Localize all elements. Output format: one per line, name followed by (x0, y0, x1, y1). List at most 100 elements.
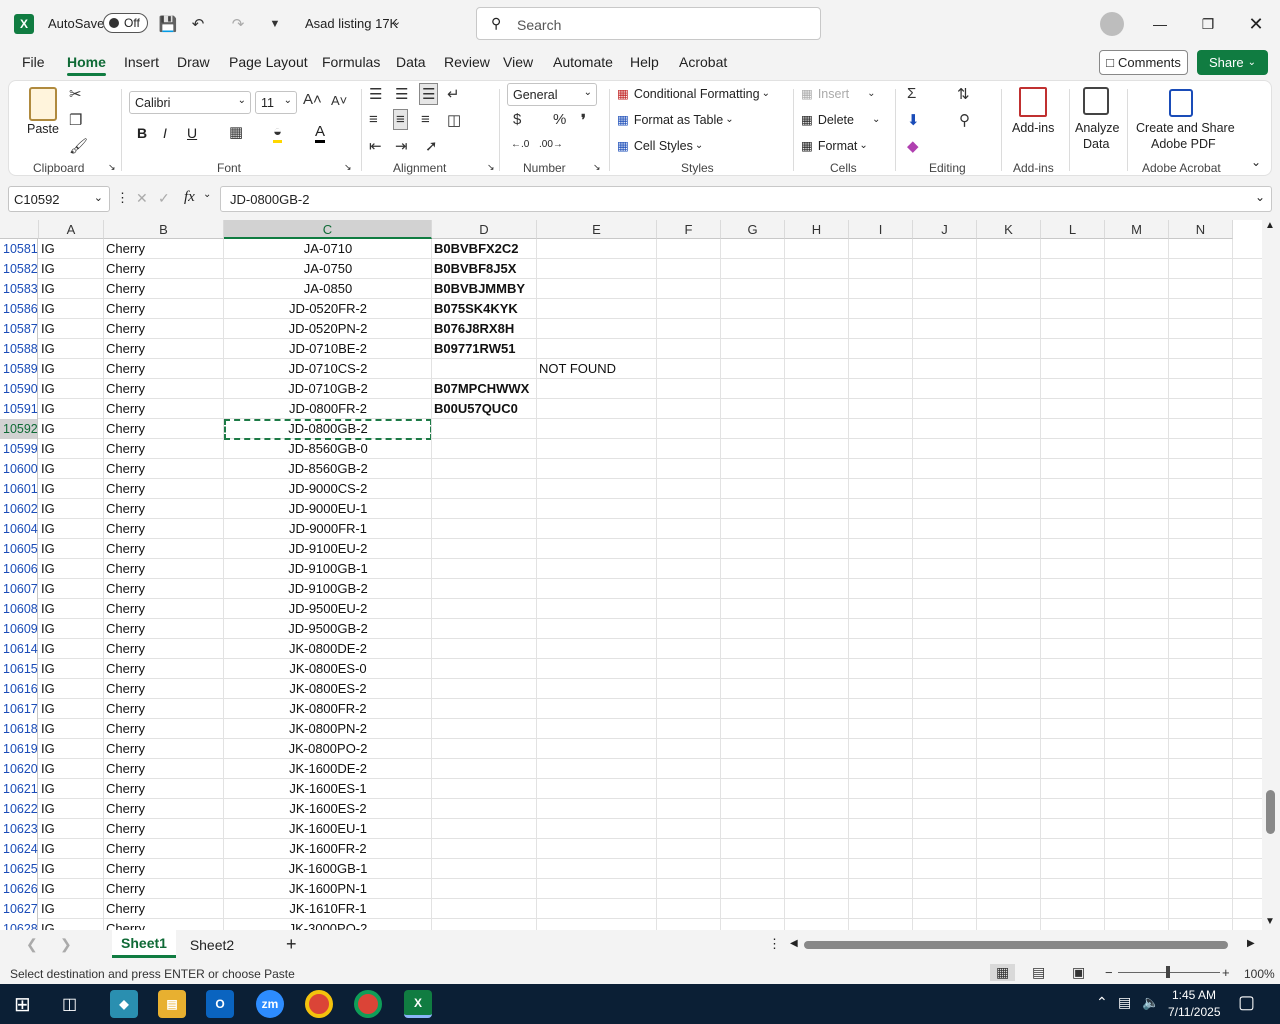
cell-c[interactable]: JK-1600EU-1 (224, 819, 432, 839)
comma-style-icon[interactable]: ❜ (581, 111, 586, 129)
cell-e[interactable] (539, 579, 657, 599)
cell-d[interactable] (434, 719, 537, 739)
cell-d[interactable] (434, 779, 537, 799)
adobe-pdf-icon[interactable] (1169, 89, 1193, 117)
cell-a[interactable]: IG (41, 319, 103, 339)
expand-formula-icon[interactable]: ⌄ (1255, 190, 1265, 204)
cell-a[interactable]: IG (41, 859, 103, 879)
cell-a[interactable]: IG (41, 739, 103, 759)
cell-d[interactable] (434, 679, 537, 699)
cell-d[interactable] (434, 559, 537, 579)
account-avatar[interactable] (1100, 12, 1124, 36)
cell-d[interactable]: B09771RW51 (434, 339, 537, 359)
cell-b[interactable]: Cherry (106, 359, 224, 379)
cell-c[interactable]: JD-0710CS-2 (224, 359, 432, 379)
column-header-f[interactable]: F (657, 220, 721, 239)
prev-sheet-icon[interactable]: ❮ (26, 936, 38, 953)
cell-b[interactable]: Cherry (106, 559, 224, 579)
currency-icon[interactable]: $ (513, 111, 521, 128)
orientation-icon[interactable]: ➚ (425, 137, 438, 155)
cell-b[interactable]: Cherry (106, 859, 224, 879)
cell-b[interactable]: Cherry (106, 819, 224, 839)
row-header[interactable]: 10622 (0, 799, 38, 819)
cell-a[interactable]: IG (41, 539, 103, 559)
cell-b[interactable]: Cherry (106, 259, 224, 279)
cell-a[interactable]: IG (41, 879, 103, 899)
row-header[interactable]: 10619 (0, 739, 38, 759)
page-break-view-icon[interactable]: ▣ (1072, 964, 1085, 981)
cell-b[interactable]: Cherry (106, 919, 224, 930)
zoom-slider[interactable] (1118, 966, 1220, 978)
find-select-icon[interactable]: ⚲ (959, 111, 970, 129)
outlook-icon[interactable]: O (206, 990, 234, 1018)
cell-a[interactable]: IG (41, 279, 103, 299)
insert-cells-button[interactable]: ▦ Insert ⌄ (801, 86, 875, 102)
format-as-table-button[interactable]: ▦ Format as Table ⌄ (617, 112, 734, 128)
align-right-icon[interactable]: ≡ (421, 111, 430, 128)
cell-d[interactable] (434, 519, 537, 539)
row-header[interactable]: 10624 (0, 839, 38, 859)
scroll-up-icon[interactable]: ▲ (1265, 220, 1275, 231)
align-middle-icon[interactable]: ☰ (395, 85, 408, 103)
excel-taskbar-icon[interactable]: X (404, 990, 432, 1018)
network-icon[interactable]: ▤ (1118, 994, 1131, 1011)
task-view-icon[interactable]: ◫ (62, 994, 77, 1014)
row-header[interactable]: 10618 (0, 719, 38, 739)
windows-start-icon[interactable]: ⊞ (14, 992, 31, 1017)
cell-d[interactable] (434, 899, 537, 919)
cell-d[interactable] (434, 619, 537, 639)
bold-icon[interactable]: B (137, 125, 147, 141)
cell-b[interactable]: Cherry (106, 879, 224, 899)
column-header-d[interactable]: D (432, 220, 537, 239)
cell-e[interactable] (539, 339, 657, 359)
row-header[interactable]: 10583 (0, 279, 38, 299)
restore-icon[interactable]: ❐ (1196, 14, 1220, 34)
cell-d[interactable] (434, 799, 537, 819)
close-icon[interactable]: ✕ (1244, 14, 1268, 34)
cell-styles-button[interactable]: ▦ Cell Styles ⌄ (617, 138, 703, 154)
tab-review[interactable]: Review (444, 54, 490, 70)
cell-c[interactable]: JA-0710 (224, 239, 432, 259)
row-header[interactable]: 10592 (0, 419, 38, 439)
row-header[interactable]: 10626 (0, 879, 38, 899)
cell-d[interactable] (434, 859, 537, 879)
cell-a[interactable]: IG (41, 519, 103, 539)
cell-a[interactable]: IG (41, 239, 103, 259)
zoom-level[interactable]: 100% (1244, 967, 1275, 981)
increase-indent-icon[interactable]: ⇥ (395, 137, 408, 155)
cell-c[interactable]: JK-0800ES-0 (224, 659, 432, 679)
row-header[interactable]: 10609 (0, 619, 38, 639)
cell-d[interactable]: B0BVBF8J5X (434, 259, 537, 279)
cell-c[interactable]: JK-0800PO-2 (224, 739, 432, 759)
cell-a[interactable]: IG (41, 799, 103, 819)
cell-b[interactable]: Cherry (106, 799, 224, 819)
cell-b[interactable]: Cherry (106, 719, 224, 739)
cell-b[interactable]: Cherry (106, 459, 224, 479)
volume-icon[interactable]: 🔈 (1142, 994, 1159, 1011)
cell-c[interactable]: JD-8560GB-0 (224, 439, 432, 459)
font-size-select[interactable]: 11 ⌄ (255, 91, 297, 114)
row-header[interactable]: 10625 (0, 859, 38, 879)
cell-c[interactable]: JD-9000CS-2 (224, 479, 432, 499)
sheet-tab-sheet1[interactable]: Sheet1 (112, 930, 176, 958)
cell-e[interactable] (539, 759, 657, 779)
cell-b[interactable]: Cherry (106, 419, 224, 439)
cell-c[interactable]: JD-0520FR-2 (224, 299, 432, 319)
cell-a[interactable]: IG (41, 359, 103, 379)
notifications-icon[interactable]: ▢ (1238, 992, 1255, 1013)
decrease-indent-icon[interactable]: ⇤ (369, 137, 382, 155)
cell-c[interactable]: JD-9500GB-2 (224, 619, 432, 639)
cell-b[interactable]: Cherry (106, 579, 224, 599)
row-header[interactable]: 10604 (0, 519, 38, 539)
autosum-icon[interactable]: Σ (907, 85, 916, 102)
column-header-g[interactable]: G (721, 220, 785, 239)
cell-b[interactable]: Cherry (106, 659, 224, 679)
cell-d[interactable]: B0BVBJMMBY (434, 279, 537, 299)
cell-c[interactable]: JK-1600ES-2 (224, 799, 432, 819)
tab-file[interactable]: File (22, 54, 45, 70)
row-header[interactable]: 10620 (0, 759, 38, 779)
cell-d[interactable] (434, 599, 537, 619)
cell-e[interactable] (539, 799, 657, 819)
cell-d[interactable] (434, 419, 537, 439)
cell-e[interactable] (539, 639, 657, 659)
